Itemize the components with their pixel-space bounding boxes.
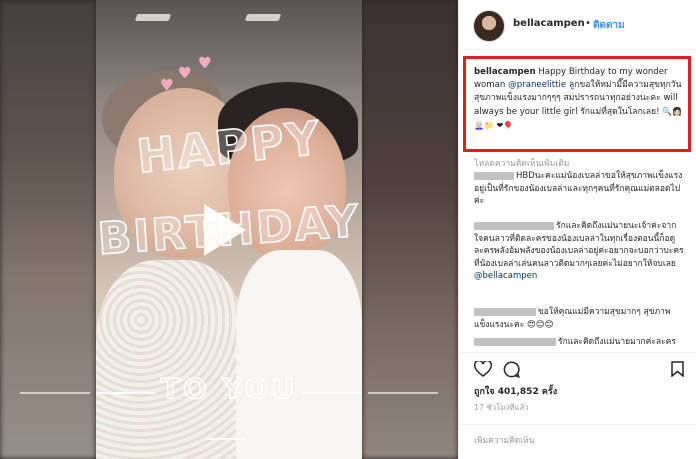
avatar[interactable] (473, 10, 505, 42)
cabin-light (244, 14, 282, 21)
action-bar (459, 352, 696, 382)
heart-sticker-icon: ♥ (178, 64, 192, 82)
post-header: bellacampen • ติดตาม (459, 0, 696, 50)
add-comment-bar (459, 424, 696, 459)
post-media[interactable]: ♥ ♥ ♥ HAPPY BIRTHDAY TO YOU (0, 0, 458, 459)
video-frame[interactable]: ♥ ♥ ♥ HAPPY BIRTHDAY TO YOU (96, 0, 362, 459)
comment-item: HBDนะคะแม่น้องเบลล่าขอให้สุขภาพแข็งแรงอย… (474, 170, 684, 208)
likes-count[interactable]: ถูกใจ 401,852 ครั้ง (474, 384, 557, 398)
overlay-footer-text: TO YOU (160, 371, 298, 405)
post-caption: bellacampen Happy Birthday to my wonder … (474, 66, 684, 133)
post-sidebar: bellacampen • ติดตาม bellacampen Happy B… (458, 0, 696, 459)
overlay-line-right-blur (368, 392, 438, 394)
caption-mention[interactable]: @praneelittie (508, 80, 566, 90)
person-right-shirt (236, 250, 362, 459)
comment-text: รักและคิดถึงแม่นายมากค่ะละคร (558, 337, 676, 347)
add-comment-input[interactable] (474, 436, 674, 446)
likes-label: ถูกใจ (474, 387, 495, 397)
follow-button[interactable]: ติดตาม (593, 18, 625, 33)
comment-username-redacted[interactable] (474, 171, 514, 180)
media-blur-left (0, 0, 96, 459)
caption-username[interactable]: bellacampen (474, 67, 536, 77)
cabin-light (134, 14, 172, 21)
likes-number: 401,852 (497, 387, 539, 397)
heart-sticker-icon: ♥ (198, 54, 212, 72)
comment-username-redacted[interactable] (474, 307, 536, 316)
person-left-shirt (96, 260, 246, 459)
overlay-line-left-blur (20, 392, 90, 394)
comment-username-redacted[interactable] (474, 337, 556, 346)
heart-sticker-icon: ♥ (160, 76, 174, 94)
comment-emojis: 😍😊😊 (526, 319, 554, 330)
post-timestamp[interactable]: 17 ชั่วโมงที่แล้ว (474, 402, 529, 414)
overlay-line-bottom (206, 438, 246, 440)
post-username[interactable]: bellacampen (513, 18, 585, 29)
comment-item: รักและคิดถึงแม่นายมากค่ะละคร (474, 336, 684, 349)
media-blur-right (362, 0, 458, 459)
comment-item: รักและคิดถึงแม่นายนะเจ้าค่ะจากใจคนลาวที่… (474, 220, 684, 283)
comment-mention[interactable]: @bellacampen (474, 271, 537, 281)
bookmark-icon[interactable] (671, 361, 684, 381)
play-icon[interactable] (204, 204, 246, 256)
comment-item: ขอให้คุณแม่มีความสุขมากๆ สุขภาพแข็งแรงนะ… (474, 306, 684, 331)
heart-icon[interactable] (474, 359, 492, 381)
comment-icon[interactable] (503, 361, 521, 382)
caption-text-2: ลูกขอให้หม่ามี๊มีความสุขทุกวัน สุขภาพแข็… (474, 80, 682, 117)
likes-unit: ครั้ง (541, 387, 558, 397)
load-more-comments-link[interactable]: โหลดความคิดเห็นเพิ่มเติม (474, 156, 569, 170)
separator-dot: • (585, 18, 591, 29)
comment-username-redacted[interactable] (474, 221, 554, 230)
